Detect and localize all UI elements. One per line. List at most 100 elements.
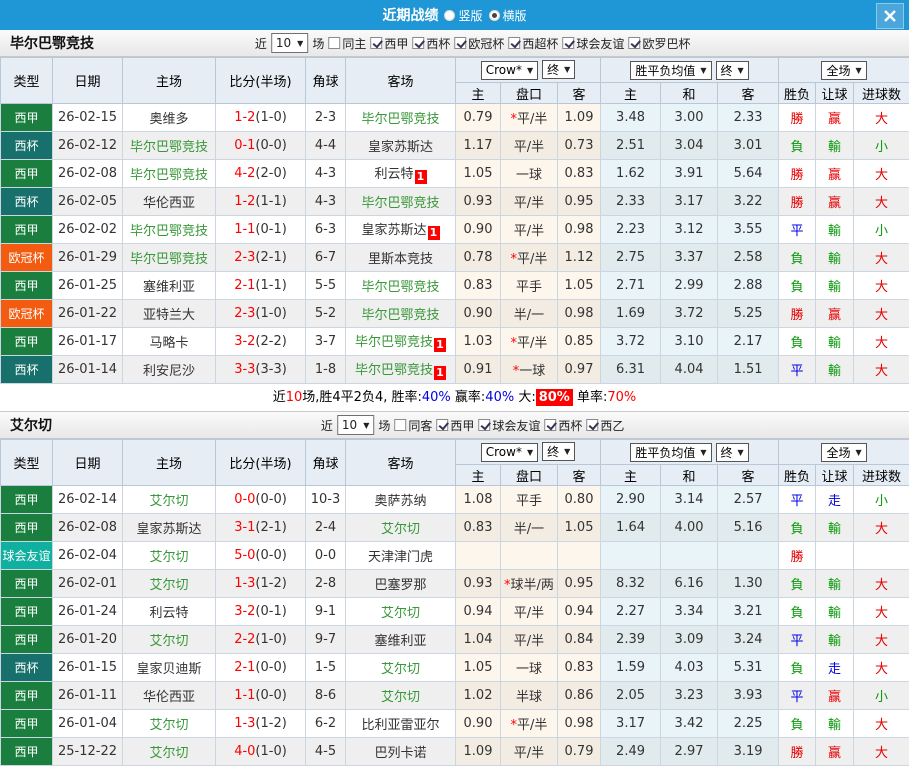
handicap-cell: 平/半 (501, 216, 558, 244)
checkbox-checked-icon[interactable] (454, 37, 466, 49)
corners-cell: 9-7 (306, 626, 346, 654)
layout-radio-horizontal[interactable]: 横版 (489, 7, 527, 24)
match-type-cell: 西甲 (1, 570, 53, 598)
handicap-result-cell: 走 (816, 654, 854, 682)
mean-select[interactable]: 胜平负均值▼ (630, 443, 711, 462)
league-checkbox[interactable]: 欧冠杯 (454, 35, 504, 52)
same-venue-checkbox[interactable]: 同客 (394, 417, 432, 434)
radio-selected-icon[interactable] (489, 10, 500, 21)
match-row: 西甲26-01-17马略卡3-2(2-2)3-7毕尔巴鄂竞技11.03*平/半0… (1, 328, 909, 356)
live-star-icon: * (504, 578, 511, 593)
league-checkbox[interactable]: 西乙 (586, 417, 624, 434)
close-button[interactable] (876, 3, 904, 29)
league-checkbox-label: 西超杯 (522, 35, 558, 52)
handicap-cell: 平/半 (501, 188, 558, 216)
away-team-cell: 利云特1 (346, 160, 456, 188)
sub-column-header: 盘口 (501, 83, 558, 104)
horizontal-radio-label[interactable]: 横版 (503, 7, 527, 24)
fulltime-score: 5-0 (234, 548, 255, 563)
odds-away-cell: 0.98 (558, 216, 601, 244)
league-checkbox[interactable]: 球会友谊 (562, 35, 624, 52)
chevron-down-icon: ▼ (700, 448, 706, 457)
odds-company-select[interactable]: Crow*▼ (481, 443, 538, 462)
vertical-radio-label[interactable]: 竖版 (458, 7, 482, 24)
checkbox-unchecked-icon[interactable] (328, 37, 340, 49)
result-cell: 勝 (779, 104, 816, 132)
away-team-cell: 毕尔巴鄂竞技1 (346, 356, 456, 384)
odds-final-select[interactable]: 终▼ (542, 442, 575, 461)
mean-select[interactable]: 胜平负均值▼ (630, 61, 711, 80)
match-type-cell: 西甲 (1, 682, 53, 710)
chevron-down-icon: ▼ (297, 39, 303, 48)
same-venue-checkbox[interactable]: 同主 (328, 35, 366, 52)
league-checkbox[interactable]: 西甲 (436, 417, 474, 434)
team-label: 艾尔切 (381, 606, 420, 621)
date-cell: 26-01-22 (53, 300, 123, 328)
checkbox-checked-icon[interactable] (508, 37, 520, 49)
checkbox-checked-icon[interactable] (478, 419, 490, 431)
scope-select[interactable]: 全场▼ (821, 443, 866, 462)
fulltime-score: 3-3 (234, 362, 255, 377)
league-checkbox[interactable]: 西超杯 (508, 35, 558, 52)
summary-part: 近 (273, 390, 286, 405)
league-checkbox[interactable]: 球会友谊 (478, 417, 540, 434)
odds-final-select[interactable]: 终▼ (542, 60, 575, 79)
league-checkbox[interactable]: 欧罗巴杯 (628, 35, 690, 52)
team-label: 巴塞罗那 (374, 578, 426, 593)
match-type-cell: 西甲 (1, 710, 53, 738)
checkbox-checked-icon[interactable] (562, 37, 574, 49)
league-checkbox[interactable]: 西杯 (544, 417, 582, 434)
header-row-groups: 类型日期主场比分(半场)角球客场Crow*▼终▼胜平负均值▼终▼全场▼ (1, 58, 909, 83)
date-cell: 26-01-20 (53, 626, 123, 654)
checkbox-checked-icon[interactable] (436, 419, 448, 431)
sub-column-header: 客 (718, 465, 779, 486)
match-type-cell: 欧冠杯 (1, 244, 53, 272)
odds-final-select-value: 终 (547, 443, 559, 460)
handicap-result-cell: 輸 (816, 216, 854, 244)
team-label: 艾尔切 (149, 746, 188, 761)
scope-select[interactable]: 全场▼ (821, 61, 866, 80)
radio-unselected-icon[interactable] (444, 10, 455, 21)
date-cell: 26-01-25 (53, 272, 123, 300)
checkbox-unchecked-icon[interactable] (394, 419, 406, 431)
league-checkbox[interactable]: 西甲 (370, 35, 408, 52)
home-team-cell: 奥维多 (123, 104, 216, 132)
mean-home-cell: 2.51 (601, 132, 661, 160)
mean-final-select[interactable]: 终▼ (716, 61, 749, 80)
checkbox-checked-icon[interactable] (412, 37, 424, 49)
fulltime-score: 1-3 (234, 576, 255, 591)
layout-radio-vertical[interactable]: 竖版 (444, 7, 482, 24)
match-row: 西甲25-12-22艾尔切4-0(1-0)4-5巴列卡诺1.09平/半0.792… (1, 738, 909, 766)
team-label: 利云特 (149, 606, 188, 621)
corners-cell: 6-3 (306, 216, 346, 244)
odds-home-cell (456, 542, 501, 570)
games-count-select[interactable]: 10▼ (271, 33, 308, 53)
corners-cell: 4-3 (306, 160, 346, 188)
odds-home-cell: 1.05 (456, 160, 501, 188)
score-cell: 1-2(1-0) (216, 104, 306, 132)
mean-away-cell (718, 542, 779, 570)
odds-home-cell: 0.91 (456, 356, 501, 384)
mean-final-select[interactable]: 终▼ (716, 443, 749, 462)
odds-company-select[interactable]: Crow*▼ (481, 61, 538, 80)
near-label: 近 (255, 35, 267, 52)
checkbox-checked-icon[interactable] (370, 37, 382, 49)
chevron-down-icon: ▼ (738, 66, 744, 75)
mean-away-cell: 2.88 (718, 272, 779, 300)
checkbox-checked-icon[interactable] (544, 419, 556, 431)
checkbox-checked-icon[interactable] (586, 419, 598, 431)
chevron-down-icon: ▼ (700, 66, 706, 75)
match-type-cell: 西甲 (1, 626, 53, 654)
league-checkbox[interactable]: 西杯 (412, 35, 450, 52)
matches-table: 类型日期主场比分(半场)角球客场Crow*▼终▼胜平负均值▼终▼全场▼主盘口客主… (0, 57, 909, 384)
team-label: 艾尔切 (381, 522, 420, 537)
corners-cell: 8-6 (306, 682, 346, 710)
checkbox-checked-icon[interactable] (628, 37, 640, 49)
odds-away-cell: 0.94 (558, 598, 601, 626)
date-cell: 26-02-08 (53, 514, 123, 542)
games-count-select[interactable]: 10▼ (337, 415, 374, 435)
fulltime-score: 4-2 (234, 166, 255, 181)
away-team-cell: 天津津门虎 (346, 542, 456, 570)
odds-home-cell: 0.90 (456, 216, 501, 244)
chevron-down-icon: ▼ (855, 448, 861, 457)
